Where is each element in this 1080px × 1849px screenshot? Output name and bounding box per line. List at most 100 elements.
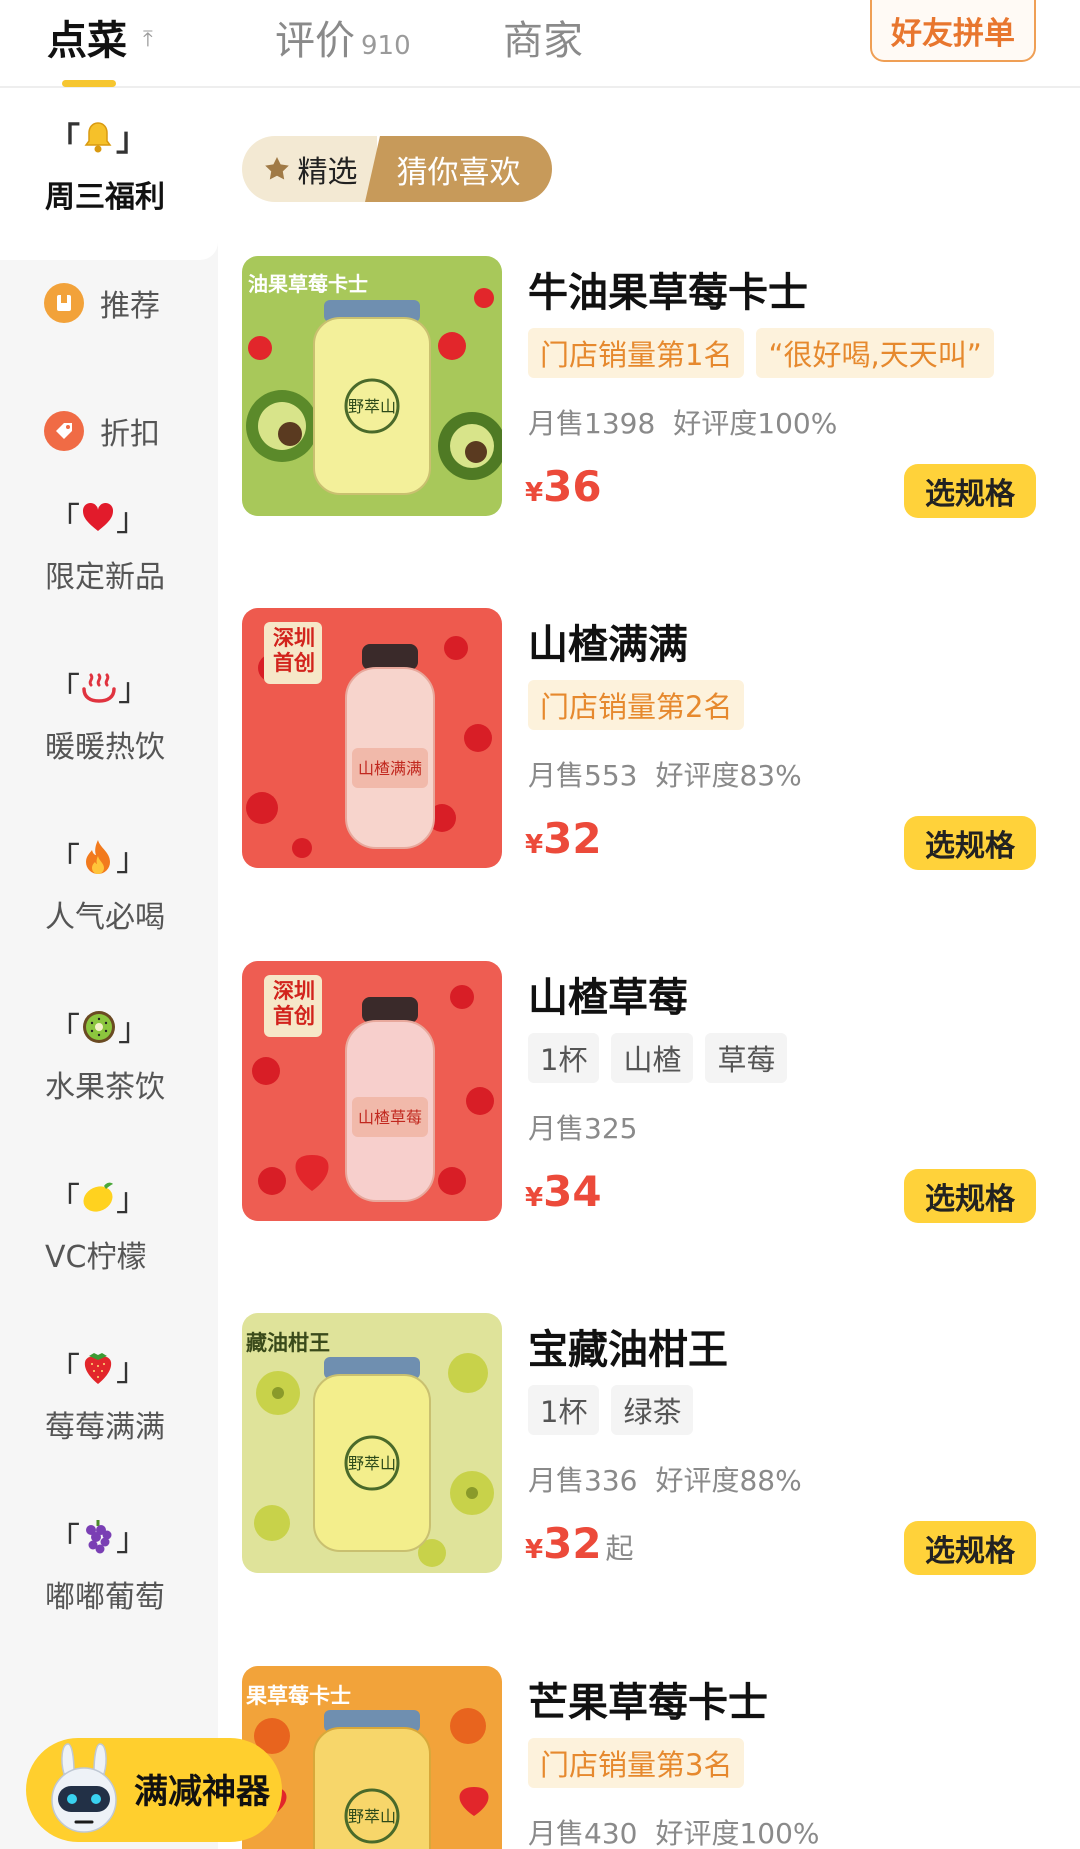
product-image-text: 果草莓卡士 (246, 1684, 351, 1708)
category-icon-wrap: 「 」 (48, 494, 148, 540)
review-quote-tag: “很好喝,天天叫” (756, 328, 994, 378)
sidebar-item-label: VC柠檬 (45, 1240, 147, 1275)
reviews-count: 910 (361, 31, 411, 61)
product-name: 芒果草莓卡士 (528, 1680, 768, 1726)
sub-tab-switch: 精选 猜你喜欢 (242, 136, 552, 202)
product-card[interactable]: 山楂草莓 深圳首创 山楂草莓 1杯 山楂 草莓 月售325 ¥34 选规格 (242, 961, 1052, 1223)
tab-order[interactable]: 点菜 ⤒ (47, 8, 153, 66)
heart-icon (80, 497, 116, 537)
size-tag: 1杯 (528, 1385, 600, 1435)
product-tags: 1杯 绿茶 (528, 1385, 694, 1435)
ingredient-tag: 山楂 (611, 1033, 694, 1083)
sales-rank-tag: 门店销量第3名 (528, 1738, 745, 1788)
product-image[interactable]: 野萃山 果草莓卡士 (242, 1666, 502, 1849)
product-tags: 门店销量第2名 (528, 680, 745, 730)
product-price: ¥32 起 (525, 1519, 634, 1568)
price-value: 34 (543, 1167, 602, 1216)
lemon-icon (80, 1177, 116, 1217)
monthly-sales: 月售1398 (528, 407, 656, 440)
active-tab-indicator (62, 80, 116, 87)
currency-symbol: ¥ (525, 478, 544, 508)
category-icon-wrap: 「 」 (48, 1344, 148, 1390)
product-card[interactable]: 山楂满满 深圳首创 山楂满满 门店销量第2名 月售553 好评度83% ¥32 选… (242, 608, 1052, 870)
category-icon-wrap: 「 」 (48, 834, 148, 880)
sidebar-item-vc-lemon[interactable]: 「 」 VC柠檬 (0, 1150, 218, 1320)
product-name: 山楂草莓 (528, 975, 688, 1021)
product-image[interactable]: 野萃山 油果草莓卡士 (242, 256, 502, 516)
tab-shop[interactable]: 商家 (503, 8, 583, 66)
tab-shop-label: 商家 (503, 18, 583, 64)
price-value: 32 (543, 1519, 602, 1568)
product-name: 牛油果草莓卡士 (528, 270, 808, 316)
top-tab-bar: 点菜 ⤒ 评价 910 商家 好友拼单 (0, 0, 1080, 88)
product-tags: 门店销量第1名 “很好喝,天天叫” (528, 328, 994, 378)
tab-reviews-label: 评价 (275, 18, 355, 64)
product-price: ¥34 (525, 1167, 602, 1216)
rating: 好评度88% (655, 1464, 802, 1497)
sidebar-item-label: 周三福利 (45, 180, 165, 215)
tab-reviews[interactable]: 评价 910 (275, 8, 411, 66)
category-icon-wrap: 「 」 (48, 1004, 150, 1050)
product-card[interactable]: 野萃山 藏油柑王 宝藏油柑王 1杯 绿茶 月售336 好评度88% ¥32 起 选规… (242, 1313, 1052, 1575)
sales-rank-tag: 门店销量第1名 (528, 328, 745, 378)
grape-icon (80, 1517, 116, 1557)
product-price: ¥32 (525, 814, 602, 863)
product-stats: 月售553 好评度83% (528, 754, 802, 794)
currency-symbol: ¥ (525, 1183, 544, 1213)
sidebar-item-label: 嘟嘟葡萄 (45, 1580, 165, 1615)
sidebar-item-label: 推荐 (100, 289, 160, 324)
recommend-icon (44, 283, 84, 323)
tea-base-tag: 绿茶 (611, 1385, 694, 1435)
rabbit-mascot-icon (38, 1738, 134, 1842)
category-icon-wrap: 「 」 (48, 1174, 148, 1220)
sidebar-item-label: 水果茶饮 (45, 1070, 165, 1105)
strawberry-icon (80, 1347, 116, 1387)
group-order-button[interactable]: 好友拼单 (870, 0, 1036, 62)
product-tags: 1杯 山楂 草莓 (528, 1033, 788, 1083)
sidebar-item-fruit-tea[interactable]: 「 」 水果茶饮 (0, 980, 218, 1150)
select-spec-button[interactable]: 选规格 (904, 816, 1036, 870)
select-spec-button[interactable]: 选规格 (904, 464, 1036, 518)
price-from-suffix: 起 (605, 1532, 634, 1565)
subtab-featured[interactable]: 精选 (242, 136, 377, 202)
category-sidebar: 「 」 周三福利 推荐 折扣 「 」 限定新品 「 」 暖暖热饮 「 」 人气必… (0, 90, 218, 1849)
subtab-featured-label: 精选 (297, 155, 358, 190)
pin-top-icon[interactable]: ⤒ (143, 27, 153, 52)
product-image-text: 藏油柑王 (246, 1331, 330, 1355)
subtab-guess-you-like[interactable]: 猜你喜欢 (365, 136, 552, 202)
category-icon-wrap: 「 」 (48, 1514, 148, 1560)
product-card[interactable]: 野萃山 果草莓卡士 芒果草莓卡士 门店销量第3名 月售430 好评度100% (242, 1666, 1052, 1849)
svg-text:野萃山: 野萃山 (348, 1454, 396, 1473)
select-spec-button[interactable]: 选规格 (904, 1521, 1036, 1575)
category-icon-wrap: 「 」 (48, 114, 148, 160)
monthly-sales: 月售430 (528, 1817, 638, 1849)
sidebar-item-limited-new[interactable]: 「 」 限定新品 (0, 470, 218, 640)
hot-springs-icon (80, 667, 118, 707)
fire-icon (80, 837, 116, 877)
sidebar-item-strawberry[interactable]: 「 」 莓莓满满 (0, 1320, 218, 1490)
sidebar-item-label: 人气必喝 (45, 900, 165, 935)
rating: 好评度100% (655, 1817, 820, 1849)
menu-page: 点菜 ⤒ 评价 910 商家 好友拼单 「 」 周三福利 推荐 折扣 「 」 限… (0, 0, 1080, 1849)
product-card[interactable]: 野萃山 油果草莓卡士 牛油果草莓卡士 门店销量第1名 “很好喝,天天叫” 月售1… (242, 256, 1052, 518)
product-image[interactable]: 山楂草莓 深圳首创 (242, 961, 502, 1221)
product-image-text: 深圳首创 (273, 626, 315, 675)
product-image-text: 深圳首创 (273, 979, 315, 1028)
product-stats: 月售336 好评度88% (528, 1459, 802, 1499)
sidebar-item-popular[interactable]: 「 」 人气必喝 (0, 810, 218, 980)
discount-helper-label: 满减神器 (134, 1772, 270, 1812)
sidebar-item-hot-drinks[interactable]: 「 」 暖暖热饮 (0, 640, 218, 810)
select-spec-button[interactable]: 选规格 (904, 1169, 1036, 1223)
product-image[interactable]: 野萃山 藏油柑王 (242, 1313, 502, 1573)
size-tag: 1杯 (528, 1033, 600, 1083)
category-icon-wrap: 「 」 (48, 664, 150, 710)
discount-helper-widget[interactable]: 满减神器 (26, 1738, 282, 1842)
svg-text:山楂草莓: 山楂草莓 (358, 1108, 422, 1127)
sidebar-item-grape[interactable]: 「 」 嘟嘟葡萄 (0, 1490, 218, 1660)
bell-icon (80, 117, 116, 157)
svg-text:野萃山: 野萃山 (348, 397, 396, 416)
product-image[interactable]: 山楂满满 深圳首创 (242, 608, 502, 868)
product-image-text: 油果草莓卡士 (248, 272, 368, 296)
product-stats: 月售430 好评度100% (528, 1812, 820, 1849)
product-price: ¥36 (525, 462, 602, 511)
